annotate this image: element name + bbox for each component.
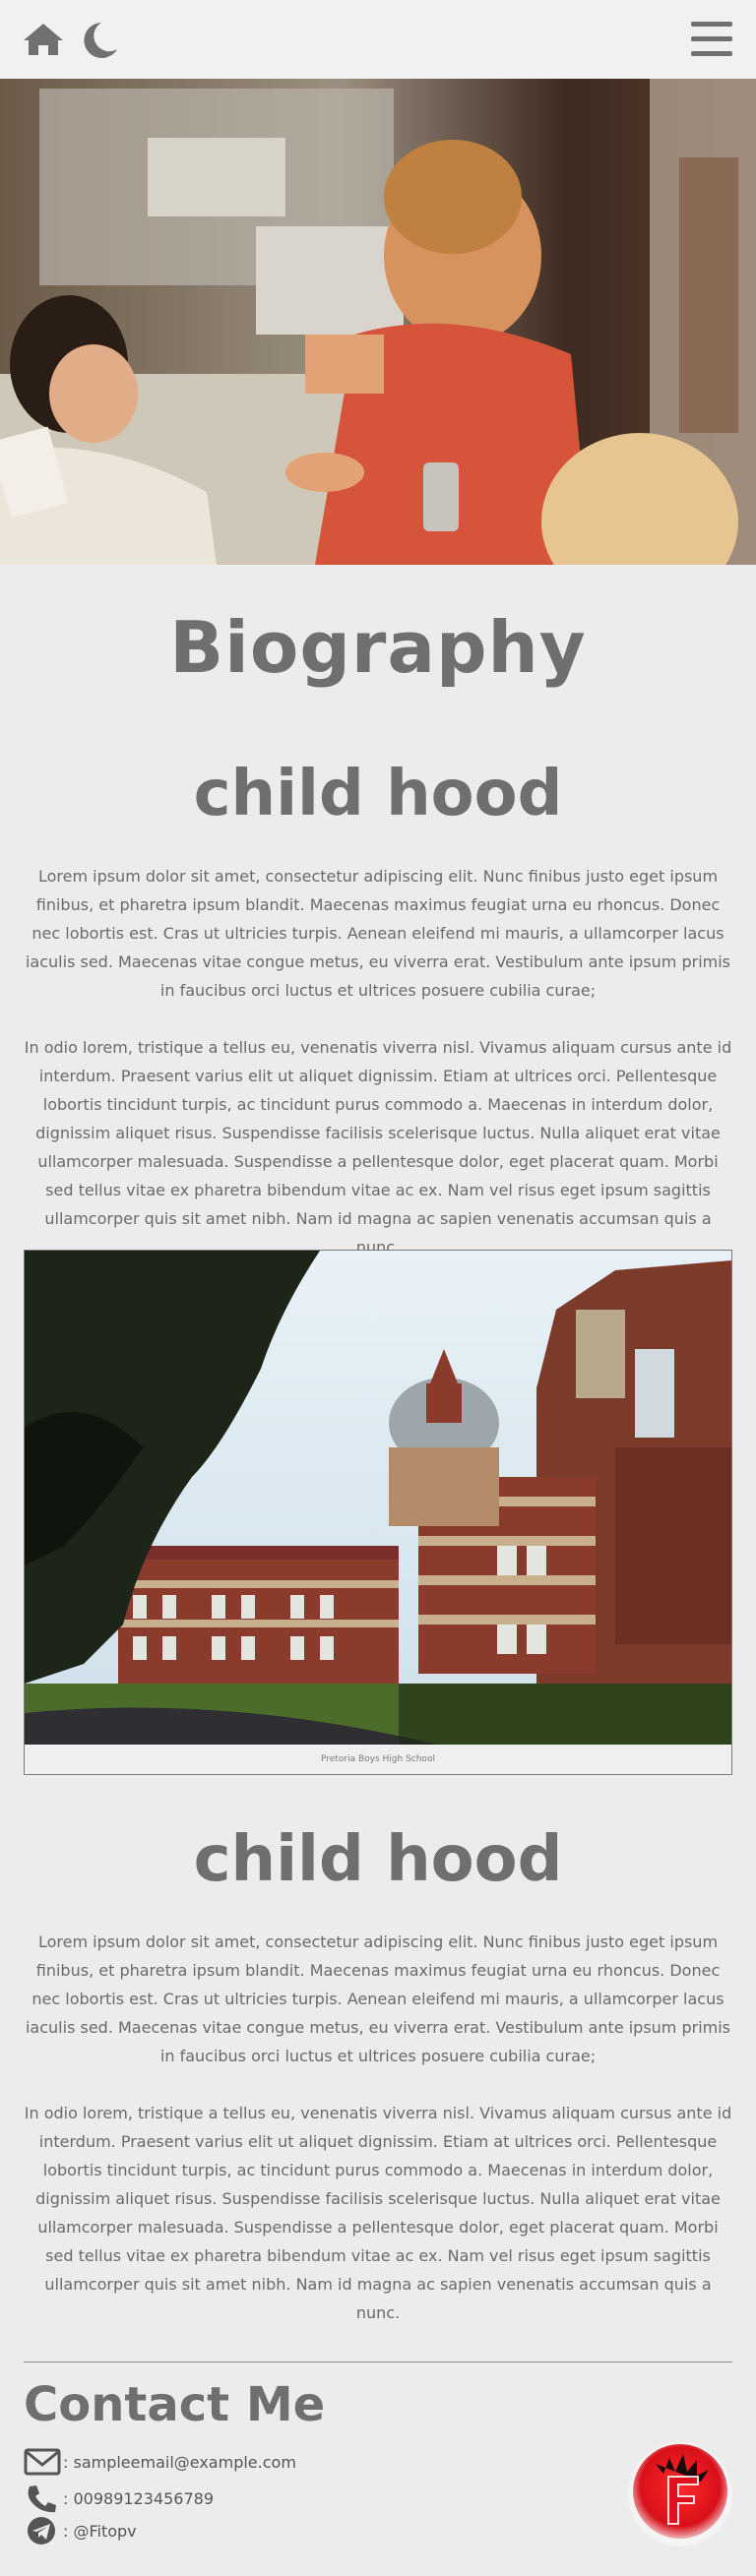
- contact-email[interactable]: : sampleemail@example.com: [63, 2453, 296, 2472]
- section-2-paragraph-2: In odio lorem, tristique a tellus eu, ve…: [24, 2104, 732, 2322]
- contact-telegram-row[interactable]: : @Fitopv: [24, 2516, 137, 2545]
- contact-phone-row[interactable]: : 00989123456789: [24, 2484, 214, 2513]
- moon-icon[interactable]: [76, 20, 119, 59]
- section-heading-childhood-2: child hood: [193, 1823, 563, 1896]
- contact-phone[interactable]: : 00989123456789: [63, 2489, 214, 2508]
- section-heading-childhood-1: child hood: [193, 758, 563, 830]
- footer-divider: [24, 2361, 732, 2362]
- envelope-icon: [24, 2447, 63, 2477]
- school-building-photo: [25, 1251, 731, 1745]
- contact-telegram[interactable]: : @Fitopv: [63, 2522, 137, 2541]
- page-title: Biography: [169, 606, 587, 689]
- top-navbar: [0, 0, 756, 79]
- section-1-paragraph-1: Lorem ipsum dolor sit amet, consectetur …: [25, 867, 731, 1000]
- school-photo-figure: Pretoria Boys High School: [24, 1250, 732, 1775]
- hero-photo: [0, 79, 756, 565]
- figure-caption: Pretoria Boys High School: [321, 1754, 435, 1764]
- section-1-paragraph-2: In odio lorem, tristique a tellus eu, ve…: [24, 1038, 732, 1257]
- phone-icon: [24, 2484, 63, 2513]
- home-icon[interactable]: [22, 21, 65, 58]
- contact-email-row[interactable]: : sampleemail@example.com: [24, 2447, 296, 2477]
- fitopv-logo[interactable]: [628, 2442, 732, 2546]
- contact-title: Contact Me: [24, 2377, 326, 2432]
- section-2-paragraph-1: Lorem ipsum dolor sit amet, consectetur …: [25, 1932, 731, 2065]
- telegram-icon: [24, 2516, 63, 2545]
- hamburger-menu-icon[interactable]: [689, 19, 734, 60]
